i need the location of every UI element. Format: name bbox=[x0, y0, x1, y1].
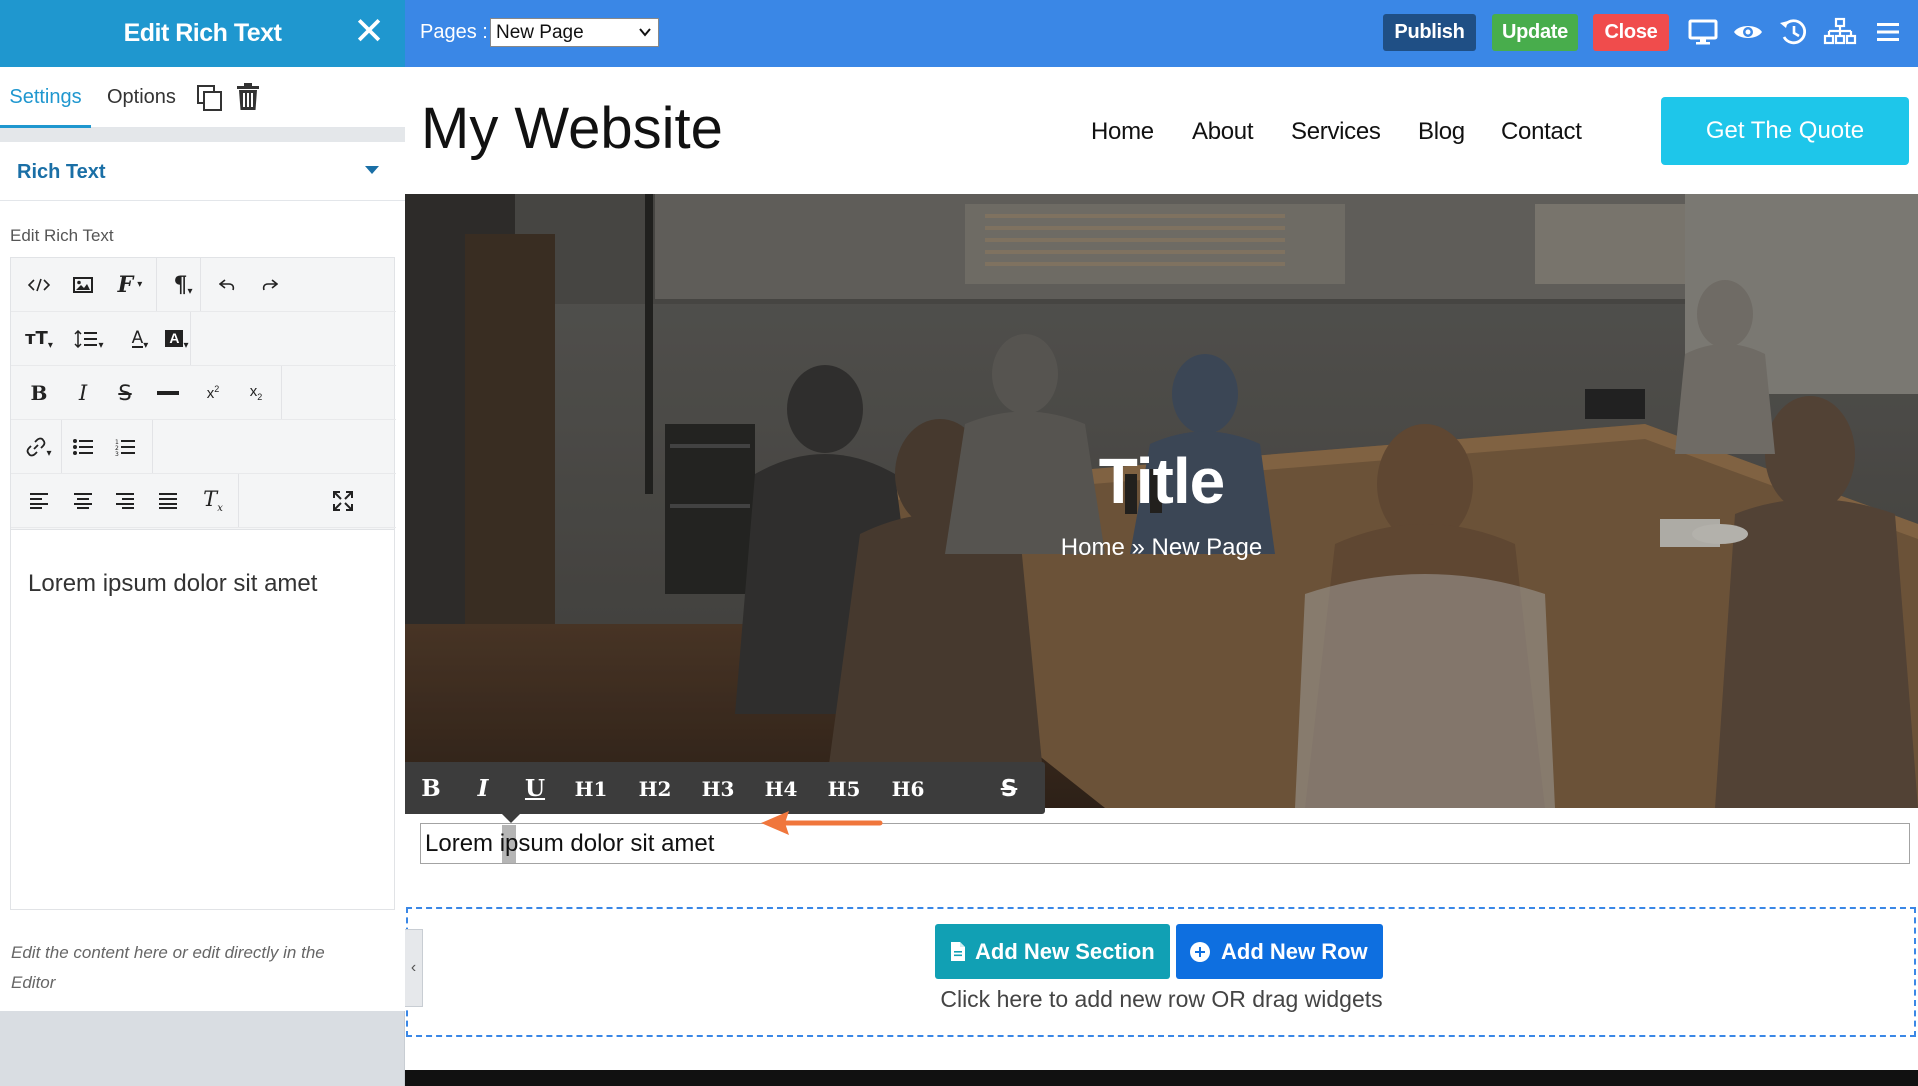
ordered-list-icon[interactable]: 123 bbox=[99, 420, 151, 473]
font-family-icon[interactable]: F ▾ bbox=[104, 258, 156, 311]
arrow-annotation-icon bbox=[761, 811, 883, 835]
pages-select[interactable]: New Page bbox=[490, 18, 659, 47]
inline-h3-button[interactable]: H3 bbox=[696, 762, 740, 814]
insert-image-icon[interactable] bbox=[57, 258, 109, 311]
nav-about[interactable]: About bbox=[1192, 118, 1254, 146]
tab-options[interactable]: Options bbox=[107, 67, 176, 128]
toolbar-pointer bbox=[502, 814, 520, 823]
close-panel-icon[interactable]: ✕ bbox=[351, 12, 387, 52]
editor-side-panel: Edit Rich Text ✕ Settings Options Rich T… bbox=[0, 0, 405, 1086]
builder-topbar: Pages : New Page Publish Update Close bbox=[405, 0, 1918, 67]
desktop-preview-icon[interactable] bbox=[1686, 15, 1720, 49]
toolbar-row: ▾ 123 bbox=[11, 420, 396, 474]
background-color-icon[interactable]: A ▾ bbox=[151, 312, 203, 365]
panel-tabs: Settings Options bbox=[0, 67, 405, 128]
plus-circle-icon bbox=[1190, 942, 1210, 962]
subscript-icon[interactable]: x2 bbox=[230, 366, 282, 419]
redo-icon[interactable] bbox=[244, 258, 296, 311]
nav-contact[interactable]: Contact bbox=[1501, 118, 1582, 146]
rich-text-section-header[interactable]: Rich Text bbox=[0, 142, 405, 201]
section-label: Rich Text bbox=[17, 161, 106, 183]
caret-down-icon bbox=[365, 166, 379, 174]
hero-banner[interactable]: Title Home » New Page bbox=[405, 194, 1918, 808]
inline-bold-button[interactable]: B bbox=[421, 762, 441, 814]
nav-blog[interactable]: Blog bbox=[1418, 118, 1465, 146]
inline-h2-button[interactable]: H2 bbox=[633, 762, 677, 814]
inline-strikethrough-button[interactable]: S bbox=[995, 762, 1023, 814]
add-section-label: Add New Section bbox=[975, 939, 1155, 964]
rich-text-toolbar: F ▾ ¶ ▾ тT ▾ ▾ A ▾ A ▾ B I S x2 x2 ▾ 1 2… bbox=[10, 257, 396, 529]
line-height-icon[interactable]: ▾ bbox=[63, 312, 115, 365]
document-icon bbox=[951, 942, 965, 961]
inline-italic-button[interactable]: I bbox=[473, 762, 493, 814]
inline-format-toolbar: B I U H1 H2 H3 H4 H5 H6 S bbox=[405, 762, 1045, 814]
text-block-content[interactable]: Lorem ipsum dolor sit amet bbox=[425, 830, 714, 858]
publish-button[interactable]: Publish bbox=[1383, 14, 1476, 51]
fullscreen-icon[interactable] bbox=[317, 474, 369, 527]
hamburger-menu-icon[interactable] bbox=[1871, 15, 1905, 49]
panel-title: Edit Rich Text bbox=[123, 19, 282, 47]
hero-title[interactable]: Title bbox=[405, 444, 1918, 518]
pages-select-value: New Page bbox=[496, 22, 584, 43]
eye-icon[interactable] bbox=[1731, 15, 1765, 49]
add-new-section-button[interactable]: Add New Section bbox=[935, 924, 1170, 979]
pages-label: Pages : bbox=[420, 21, 488, 43]
chevron-down-icon bbox=[639, 28, 651, 37]
footer-strip bbox=[405, 1070, 1918, 1086]
history-icon[interactable] bbox=[1777, 15, 1811, 49]
editor-hint: Edit the content here or edit directly i… bbox=[11, 943, 325, 992]
sitemap-icon[interactable] bbox=[1823, 15, 1857, 49]
clear-formatting-icon[interactable]: Tx bbox=[187, 474, 239, 527]
toolbar-row: Tx bbox=[11, 474, 396, 528]
get-quote-button[interactable]: Get The Quote bbox=[1661, 97, 1909, 165]
site-logo[interactable]: My Website bbox=[421, 95, 723, 162]
panel-header: Edit Rich Text ✕ bbox=[0, 0, 405, 67]
inline-underline-button[interactable]: U bbox=[522, 762, 548, 814]
editor-content[interactable]: Lorem ipsum dolor sit amet bbox=[28, 570, 317, 598]
add-new-row-button[interactable]: Add New Row bbox=[1176, 924, 1383, 979]
font-size-icon[interactable]: тT ▾ bbox=[13, 312, 65, 365]
update-button[interactable]: Update bbox=[1492, 14, 1578, 51]
add-row-label: Add New Row bbox=[1221, 939, 1368, 964]
toolbar-row: тT ▾ ▾ A ▾ A ▾ bbox=[11, 312, 396, 366]
toolbar-row: B I S x2 x2 bbox=[11, 366, 396, 420]
site-preview: My Website Home About Services Blog Cont… bbox=[405, 67, 1918, 1086]
trash-icon[interactable] bbox=[236, 83, 260, 111]
inline-h1-button[interactable]: H1 bbox=[569, 762, 613, 814]
breadcrumb: Home » New Page bbox=[1060, 534, 1263, 561]
editor-label: Edit Rich Text bbox=[10, 226, 114, 245]
panel-divider bbox=[0, 128, 405, 142]
duplicate-icon[interactable] bbox=[197, 85, 223, 111]
panel-body: Edit Rich Text F ▾ ¶ ▾ тT ▾ ▾ A ▾ A ▾ B … bbox=[0, 201, 405, 1011]
rich-text-editor[interactable]: Lorem ipsum dolor sit amet bbox=[10, 529, 395, 910]
drop-zone-hint: Click here to add new row OR drag widget… bbox=[940, 986, 1383, 1012]
toolbar-row: F ▾ ¶ ▾ bbox=[11, 258, 396, 312]
nav-home[interactable]: Home bbox=[1091, 118, 1154, 146]
close-button[interactable]: Close bbox=[1593, 14, 1669, 51]
nav-services[interactable]: Services bbox=[1291, 118, 1381, 146]
inline-h6-button[interactable]: H6 bbox=[886, 762, 930, 814]
rich-text-block[interactable]: Lorem ipsum dolor sit amet bbox=[420, 823, 1910, 864]
tab-settings[interactable]: Settings bbox=[0, 67, 91, 128]
svg-text:3: 3 bbox=[115, 451, 119, 456]
